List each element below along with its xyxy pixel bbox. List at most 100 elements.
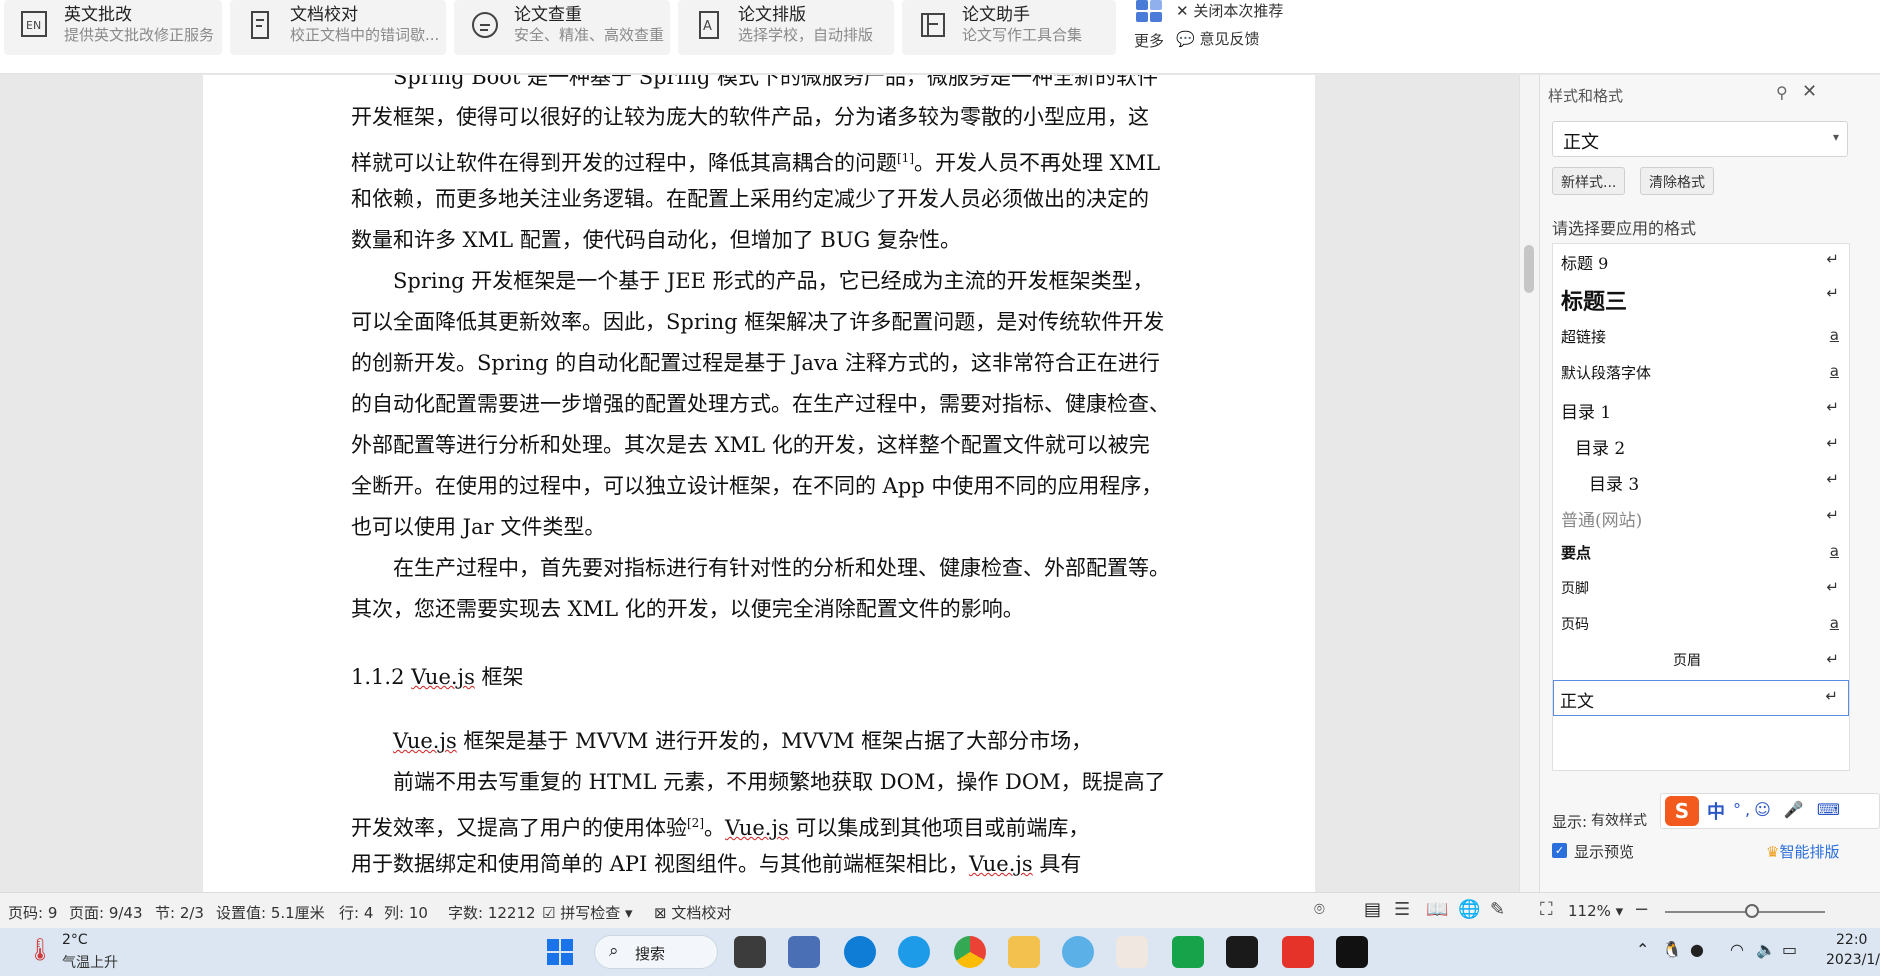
app-icon[interactable] bbox=[788, 936, 820, 968]
heading-text: 框架 bbox=[474, 665, 524, 689]
pen-icon[interactable]: ✎ bbox=[1490, 899, 1505, 920]
ime-mode[interactable]: 中 bbox=[1707, 798, 1725, 824]
wps-icon[interactable] bbox=[1282, 936, 1314, 968]
chrome-icon[interactable] bbox=[954, 936, 986, 968]
wechat-icon[interactable]: ● bbox=[1690, 940, 1704, 959]
document-page[interactable]: Spring Boot 是一种基于 Spring 模式下的微服务产品，微服务是一… bbox=[203, 75, 1315, 892]
style-item-hyperlink[interactable]: 超链接 a bbox=[1553, 320, 1849, 356]
clock-time[interactable]: 22:0 bbox=[1836, 932, 1867, 948]
scrollbar-thumb[interactable] bbox=[1849, 384, 1850, 684]
chevron-up-icon[interactable]: ⌃ bbox=[1636, 940, 1649, 959]
style-item-key-points[interactable]: 要点 a bbox=[1553, 536, 1849, 572]
status-page[interactable]: 页面: 9/43 bbox=[69, 902, 143, 923]
clear-format-button[interactable]: 清除格式 bbox=[1640, 167, 1714, 195]
style-item-footer[interactable]: 页脚 ↵ bbox=[1553, 572, 1849, 608]
close-recommend-button[interactable]: ✕ 关闭本次推荐 bbox=[1176, 0, 1283, 21]
page-view-icon[interactable]: ▤ bbox=[1364, 899, 1381, 920]
feedback-button[interactable]: 💬 意见反馈 bbox=[1176, 28, 1259, 49]
style-item-body-selected[interactable]: 正文 ↵ bbox=[1553, 680, 1849, 716]
ie-icon[interactable] bbox=[898, 936, 930, 968]
wifi-icon[interactable]: ◠ bbox=[1730, 940, 1744, 959]
style-name: 页码 bbox=[1561, 617, 1589, 633]
zoom-slider-handle[interactable] bbox=[1745, 904, 1759, 918]
reference-mark: [1] bbox=[897, 151, 914, 165]
taskbar-search[interactable]: ⌕ 搜索 bbox=[594, 935, 718, 969]
paragraph-line: 数量和许多 XML 配置，使代码自动化，但增加了 BUG 复杂性。 bbox=[351, 228, 962, 252]
scrollbar-thumb[interactable] bbox=[1524, 245, 1534, 293]
document-scrollbar[interactable] bbox=[1519, 75, 1539, 892]
smart-layout-button[interactable]: ♛智能排版 bbox=[1766, 841, 1839, 862]
thermometer-icon[interactable]: 🌡 bbox=[26, 938, 54, 963]
char-style-icon: a bbox=[1829, 542, 1839, 560]
volume-icon[interactable]: 🔈 bbox=[1756, 940, 1776, 959]
preview-checkbox[interactable]: ✓ bbox=[1552, 843, 1567, 858]
battery-icon[interactable]: ▭ bbox=[1782, 940, 1797, 959]
intellij-icon[interactable] bbox=[1226, 936, 1258, 968]
tool-paper-format[interactable]: A 论文排版 选择学校，自动排版 bbox=[678, 0, 894, 55]
zoom-level[interactable]: 112% ▾ bbox=[1568, 902, 1623, 920]
start-icon[interactable] bbox=[544, 936, 576, 968]
zoom-out-icon[interactable]: − bbox=[1634, 899, 1649, 920]
heading-number: 1.1.2 bbox=[351, 665, 412, 689]
status-words[interactable]: 字数: 12212 bbox=[448, 902, 536, 923]
status-col[interactable]: 列: 10 bbox=[384, 902, 428, 923]
ime-tools[interactable]: °,☺ 🎤 ⌨ bbox=[1733, 800, 1844, 819]
style-item-header[interactable]: 页眉 ↵ bbox=[1553, 644, 1849, 680]
proofread-button[interactable]: ⊠ 文档校对 bbox=[654, 902, 731, 923]
style-item-toc1[interactable]: 目录 1 ↵ bbox=[1553, 392, 1849, 428]
tool-title: 论文排版 bbox=[738, 5, 806, 25]
style-item-page-number[interactable]: 页码 a bbox=[1553, 608, 1849, 644]
style-item-toc2[interactable]: 目录 2 ↵ bbox=[1553, 428, 1849, 464]
pin-icon[interactable]: ⚲ bbox=[1776, 83, 1788, 102]
style-item-heading9[interactable]: 标题 9 ↵ bbox=[1553, 244, 1849, 280]
task-view-icon[interactable] bbox=[734, 936, 766, 968]
status-setting[interactable]: 设置值: 5.1厘米 bbox=[216, 902, 325, 923]
text-run: Vue.js bbox=[725, 816, 789, 840]
clock-date[interactable]: 2023/1/ bbox=[1826, 952, 1880, 968]
style-list: 标题 9 ↵ 标题三 ↵ 超链接 a 默认段落字体 a 目录 1 ↵ 目录 2 … bbox=[1552, 243, 1850, 771]
hbuilder-icon[interactable] bbox=[1172, 936, 1204, 968]
tool-subtitle: 校正文档中的错词歇... bbox=[290, 26, 440, 44]
web-view-icon[interactable]: 🌐 bbox=[1458, 899, 1480, 920]
style-item-normal-web[interactable]: 普通(网站) ↵ bbox=[1553, 500, 1849, 536]
proofread-icon: ⊠ bbox=[654, 904, 667, 922]
tool-english-correct[interactable]: EN 英文批改 提供英文批改修正服务 bbox=[4, 0, 222, 55]
section-heading: 1.1.2 Vue.js 框架 bbox=[351, 661, 524, 691]
tool-title: 英文批改 bbox=[64, 5, 132, 25]
style-item-toc3[interactable]: 目录 3 ↵ bbox=[1553, 464, 1849, 500]
ime-toolbar[interactable]: S 中 °,☺ 🎤 ⌨ bbox=[1660, 793, 1880, 829]
fit-page-icon[interactable]: ⛶ bbox=[1540, 899, 1553, 920]
edge-icon[interactable] bbox=[844, 936, 876, 968]
paragraph-mark-icon: ↵ bbox=[1826, 578, 1839, 596]
paragraph-line: 样就可以让软件在得到开发的过程中，降低其高耦合的问题[1]。开发人员不再处理 X… bbox=[351, 138, 1211, 184]
tool-paper-check[interactable]: 论文查重 安全、精准、高效查重 bbox=[454, 0, 670, 55]
folder-icon[interactable] bbox=[1008, 936, 1040, 968]
terminal-icon[interactable] bbox=[1336, 936, 1368, 968]
weather-temp[interactable]: 2°C bbox=[62, 932, 88, 948]
eye-protect-icon[interactable]: ⌾ bbox=[1314, 899, 1325, 920]
close-icon[interactable]: ✕ bbox=[1802, 81, 1817, 102]
text-run: 用于数据绑定和使用简单的 API 视图组件。与其他前端框架相比， bbox=[351, 852, 969, 876]
new-style-button[interactable]: 新样式... bbox=[1552, 167, 1626, 195]
paragraph-line: 前端不用去写重复的 HTML 元素，不用频繁地获取 DOM，操作 DOM，既提高… bbox=[393, 770, 1166, 794]
style-name: 默认段落字体 bbox=[1561, 364, 1652, 382]
app-icon[interactable] bbox=[1062, 936, 1094, 968]
spell-check-button[interactable]: ☑ 拼写检查 ▾ bbox=[542, 902, 633, 923]
paragraph-mark-icon: ↵ bbox=[1826, 398, 1839, 416]
weather-desc[interactable]: 气温上升 bbox=[62, 952, 118, 972]
style-list-scrollbar[interactable] bbox=[1849, 244, 1850, 771]
qq-icon[interactable]: 🐧 bbox=[1662, 940, 1682, 959]
app-icon[interactable] bbox=[1116, 936, 1148, 968]
status-row[interactable]: 行: 4 bbox=[339, 902, 373, 923]
style-item-heading3[interactable]: 标题三 ↵ bbox=[1553, 278, 1849, 318]
current-style-select[interactable]: 正文 ▾ bbox=[1552, 121, 1848, 157]
status-page-code[interactable]: 页码: 9 bbox=[8, 902, 57, 923]
panel-title[interactable]: 样式和格式 bbox=[1548, 85, 1623, 106]
outline-view-icon[interactable]: ☰ bbox=[1394, 899, 1410, 920]
tool-paper-assistant[interactable]: 论文助手 论文写作工具合集 bbox=[902, 0, 1116, 55]
style-item-default-font[interactable]: 默认段落字体 a bbox=[1553, 356, 1849, 392]
reading-view-icon[interactable]: 📖 bbox=[1426, 899, 1448, 920]
status-section[interactable]: 节: 2/3 bbox=[155, 902, 204, 923]
status-bar: 页码: 9 页面: 9/43 节: 2/3 设置值: 5.1厘米 行: 4 列:… bbox=[0, 892, 1880, 928]
tool-doc-proofread[interactable]: 文档校对 校正文档中的错词歇... bbox=[230, 0, 446, 55]
